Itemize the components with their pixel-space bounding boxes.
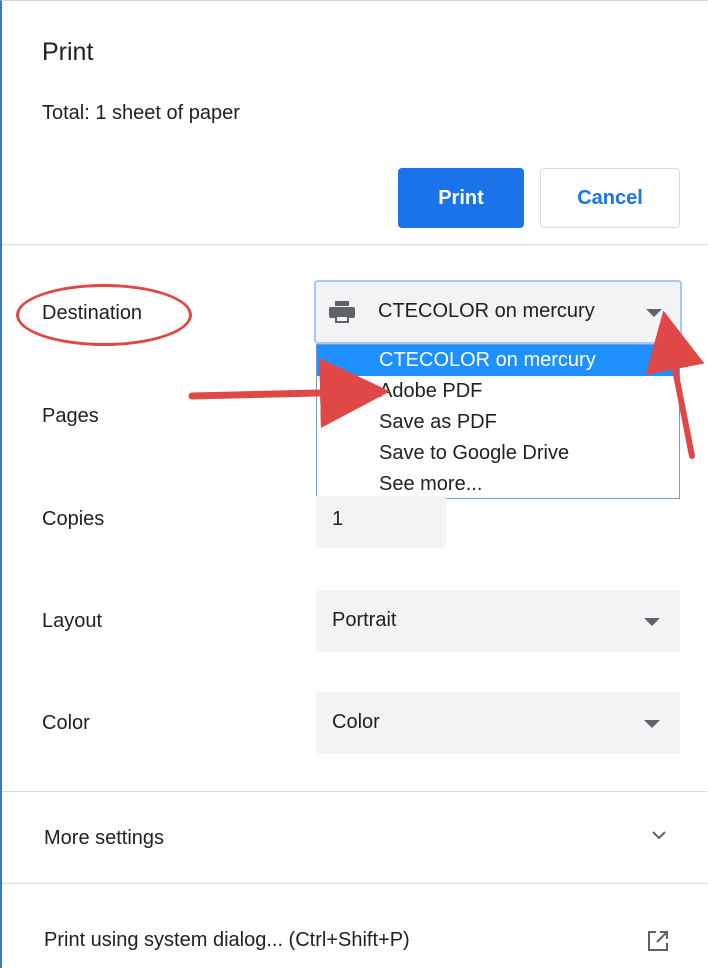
layout-label: Layout	[42, 610, 103, 632]
destination-value: CTECOLOR on mercury	[378, 300, 595, 322]
layout-value: Portrait	[332, 609, 397, 631]
dialog-title: Print	[42, 38, 94, 66]
destination-dropdown-list: CTECOLOR on mercury Adobe PDF Save as PD…	[316, 344, 680, 499]
layout-dropdown-arrow-icon	[644, 618, 660, 626]
dropdown-option-ctecolor[interactable]: CTECOLOR on mercury	[317, 345, 679, 376]
dropdown-option-save-as-pdf[interactable]: Save as PDF	[317, 407, 679, 438]
copies-label: Copies	[42, 508, 105, 530]
pages-label: Pages	[42, 405, 99, 427]
dropdown-option-adobe-pdf[interactable]: Adobe PDF	[317, 376, 679, 407]
more-settings-row[interactable]: More settings	[2, 792, 707, 882]
header-divider	[2, 244, 707, 245]
system-dialog-row[interactable]: Print using system dialog... (Ctrl+Shift…	[2, 884, 707, 969]
print-button[interactable]: Print	[398, 168, 524, 228]
dropdown-option-google-drive[interactable]: Save to Google Drive	[317, 438, 679, 469]
open-in-new-icon	[647, 930, 669, 957]
chevron-down-icon	[651, 828, 667, 846]
color-label: Color	[42, 712, 90, 734]
destination-select[interactable]: CTECOLOR on mercury	[314, 280, 682, 344]
annotation-ellipse	[16, 284, 192, 346]
copies-value: 1	[332, 508, 344, 530]
sheet-total: Total: 1 sheet of paper	[42, 102, 240, 124]
layout-select[interactable]: Portrait	[316, 590, 680, 652]
color-dropdown-arrow-icon	[644, 720, 660, 728]
dropdown-arrow-icon[interactable]	[646, 309, 662, 317]
cancel-button[interactable]: Cancel	[540, 168, 680, 228]
printer-icon	[328, 300, 356, 329]
copies-input[interactable]: 1	[316, 496, 446, 548]
more-settings-label: More settings	[44, 827, 165, 849]
color-value: Color	[332, 711, 380, 733]
color-select[interactable]: Color	[316, 692, 680, 754]
system-dialog-label: Print using system dialog... (Ctrl+Shift…	[44, 929, 410, 951]
